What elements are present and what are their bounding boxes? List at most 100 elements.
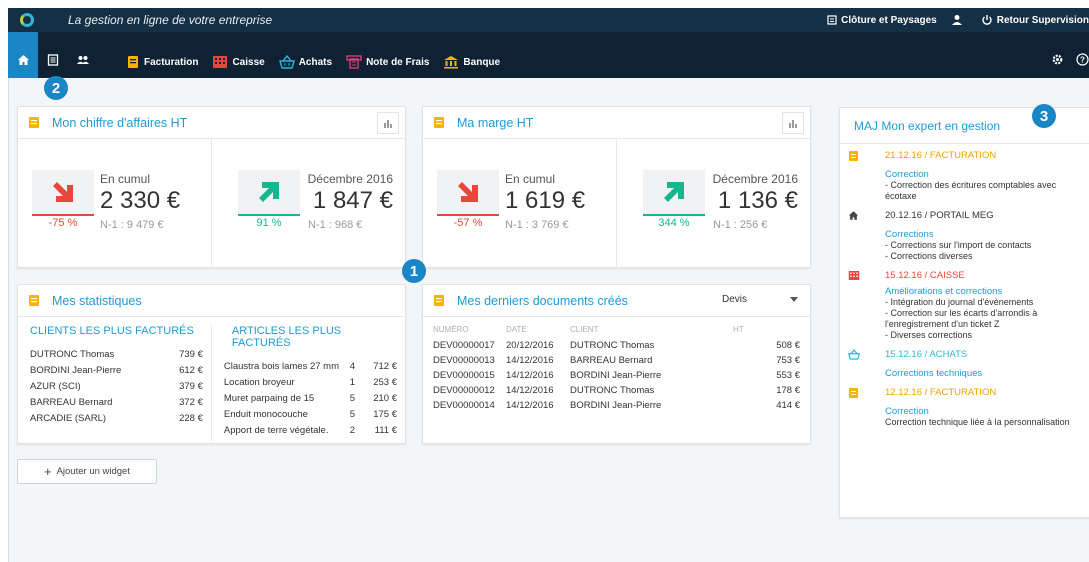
app-logo-icon[interactable] [20, 13, 34, 27]
arrow-down-right-icon [458, 182, 478, 202]
nav-banque[interactable]: Banque [443, 52, 500, 72]
plus-icon: + [43, 464, 52, 479]
trend-down-box [32, 170, 94, 216]
nav-caisse-label: Caisse [232, 56, 265, 68]
kpi-value: 2 330 € [100, 187, 181, 214]
arrow-up-right-icon [259, 182, 279, 202]
step-badge-1: 1 [402, 259, 426, 283]
table-row[interactable]: DEV00000015 14/12/2016 BORDINI Jean-Pierre… [423, 370, 810, 385]
widget-title: Mes statistiques [52, 293, 142, 308]
kpi-previous: N-1 : 3 769 € [505, 219, 569, 231]
add-widget-label: Ajouter un widget [56, 466, 130, 477]
kpi-value: 1 619 € [505, 187, 586, 214]
add-widget-button[interactable]: + Ajouter un widget [17, 459, 157, 484]
list-item[interactable]: BARREAU Bernard 372 € [30, 397, 203, 413]
dashboard: Mon chiffre d'affaires HT -75 % En cumul… [8, 78, 1089, 562]
nav-documents-button[interactable] [38, 32, 68, 78]
company-selector[interactable]: Clôture et Paysages [827, 15, 937, 26]
kpi-cumul: -57 % En cumul 1 619 € N-1 : 3 769 € [423, 139, 616, 268]
user-button[interactable] [951, 14, 967, 26]
nav-achats[interactable]: Achats [278, 52, 332, 72]
widget-statistiques: Mes statistiques CLIENTS LES PLUS FACTUR… [17, 284, 406, 444]
users-icon [77, 56, 89, 64]
basket-icon [848, 349, 860, 360]
update-item[interactable]: 12.12.16 / FACTURATION Correction Correc… [840, 387, 1089, 428]
top-bar: La gestion en ligne de votre entreprise … [8, 8, 1089, 32]
bar-chart-icon [789, 120, 797, 128]
nav-facturation[interactable]: Facturation [126, 52, 198, 72]
table-row[interactable]: DEV00000014 14/12/2016 BORDINI Jean-Pierre… [423, 400, 810, 415]
list-item[interactable]: Apport de terre végétale. 2 111 € [224, 425, 397, 441]
main-nav: Facturation Caisse Achats Note de Frais … [8, 32, 1089, 78]
widget-title: Mes derniers documents créés [457, 293, 628, 308]
kpi-previous: N-1 : 256 € [713, 219, 768, 231]
settings-button[interactable] [1051, 53, 1064, 66]
nav-caisse[interactable]: Caisse [212, 52, 265, 72]
widget-title: Ma marge HT [457, 115, 534, 130]
user-icon [951, 15, 962, 25]
list-item[interactable]: DUTRONC Thomas 739 € [30, 349, 203, 365]
arrow-down-right-icon [53, 182, 73, 202]
kpi-pct: 91 % [256, 217, 282, 229]
basket-icon [278, 55, 295, 69]
help-icon: ? [1076, 53, 1089, 66]
cash-register-icon [848, 271, 860, 280]
supervision-button[interactable]: Retour Supervision [981, 14, 1089, 26]
invoice-icon [434, 117, 444, 128]
kpi-previous: N-1 : 9 479 € [100, 219, 164, 231]
widget-marge: Ma marge HT -57 % En cumul 1 619 € N-1 :… [422, 106, 811, 268]
chart-toggle-button[interactable] [782, 112, 804, 134]
kpi-month: 91 % Décembre 2016 1 847 € N-1 : 968 € [211, 139, 405, 268]
caret-down-icon [790, 297, 798, 302]
expert-updates-panel: MAJ Mon expert en gestion 21.12.16 / FAC… [839, 107, 1089, 518]
nav-note-de-frais-label: Note de Frais [366, 56, 430, 68]
update-item[interactable]: 21.12.16 / FACTURATION Correction - Corr… [840, 150, 1089, 202]
nav-home-button[interactable] [8, 32, 38, 78]
invoice-icon [29, 117, 39, 128]
home-icon [848, 211, 859, 220]
update-item[interactable]: 15.12.16 / CAISSE Améliorations et corre… [840, 270, 1089, 341]
cash-register-icon [213, 56, 228, 68]
table-row[interactable]: DEV00000013 14/12/2016 BARREAU Bernard 753 … [423, 355, 810, 370]
supervision-label: Retour Supervision [996, 14, 1089, 26]
kpi-pct: 344 % [658, 217, 690, 229]
list-item[interactable]: Claustra bois lames 27 mm 4 712 € [224, 361, 397, 377]
chart-toggle-button[interactable] [377, 112, 399, 134]
top-clients-title: CLIENTS LES PLUS FACTURÉS [30, 325, 194, 337]
list-item[interactable]: Muret parpaing de 15 5 210 € [224, 393, 397, 409]
help-button[interactable]: ? [1076, 53, 1089, 66]
kpi-value: 1 847 € [312, 187, 393, 214]
top-articles-title: ARTICLES LES PLUS FACTURÉS [231, 325, 342, 349]
list-item[interactable]: Location broyeur 1 253 € [224, 377, 397, 393]
document-type-value: Devis [722, 294, 748, 305]
trend-down-box [437, 170, 499, 216]
trend-up-box [238, 170, 300, 216]
list-item[interactable]: AZUR (SCI) 379 € [30, 381, 203, 397]
invoice-icon [849, 388, 858, 398]
top-clients: CLIENTS LES PLUS FACTURÉS DUTRONC Thomas… [18, 325, 211, 441]
arrow-up-right-icon [664, 182, 684, 202]
company-name: Clôture et Paysages [841, 14, 937, 26]
bank-icon [444, 56, 459, 69]
update-item[interactable]: 15.12.16 / ACHATS Corrections techniques [840, 349, 1089, 379]
table-row[interactable]: DEV00000017 20/12/2016 DUTRONC Thomas 508 € [423, 340, 810, 355]
list-item[interactable]: ARCADIE (SARL) 228 € [30, 413, 203, 429]
step-badge-2: 2 [44, 76, 68, 100]
nav-note-de-frais[interactable]: Note de Frais [346, 52, 429, 72]
invoice-icon [29, 295, 39, 306]
table-row[interactable]: DEV00000012 14/12/2016 DUTRONC Thomas 178 € [423, 385, 810, 400]
kpi-pct: -57 % [453, 217, 483, 229]
top-articles: ARTICLES LES PLUS FACTURÉS Claustra bois… [210, 325, 405, 441]
nav-banque-label: Banque [463, 56, 501, 68]
kpi-label: En cumul [100, 172, 151, 186]
nav-contacts-button[interactable] [68, 32, 98, 78]
list-item[interactable]: Enduit monocouche 5 175 € [224, 409, 397, 425]
panel-title: MAJ Mon expert en gestion [854, 118, 1001, 133]
kpi-label: Décembre 2016 [307, 172, 393, 186]
kpi-label: En cumul [505, 172, 556, 186]
document-type-select[interactable]: Devis [722, 294, 798, 305]
kpi-cumul: -75 % En cumul 2 330 € N-1 : 9 479 € [18, 139, 211, 268]
svg-text:?: ? [1080, 56, 1085, 65]
update-item[interactable]: 20.12.16 / PORTAIL MEG Corrections - Cor… [840, 210, 1089, 262]
list-item[interactable]: BORDINI Jean-Pierre 612 € [30, 365, 203, 381]
